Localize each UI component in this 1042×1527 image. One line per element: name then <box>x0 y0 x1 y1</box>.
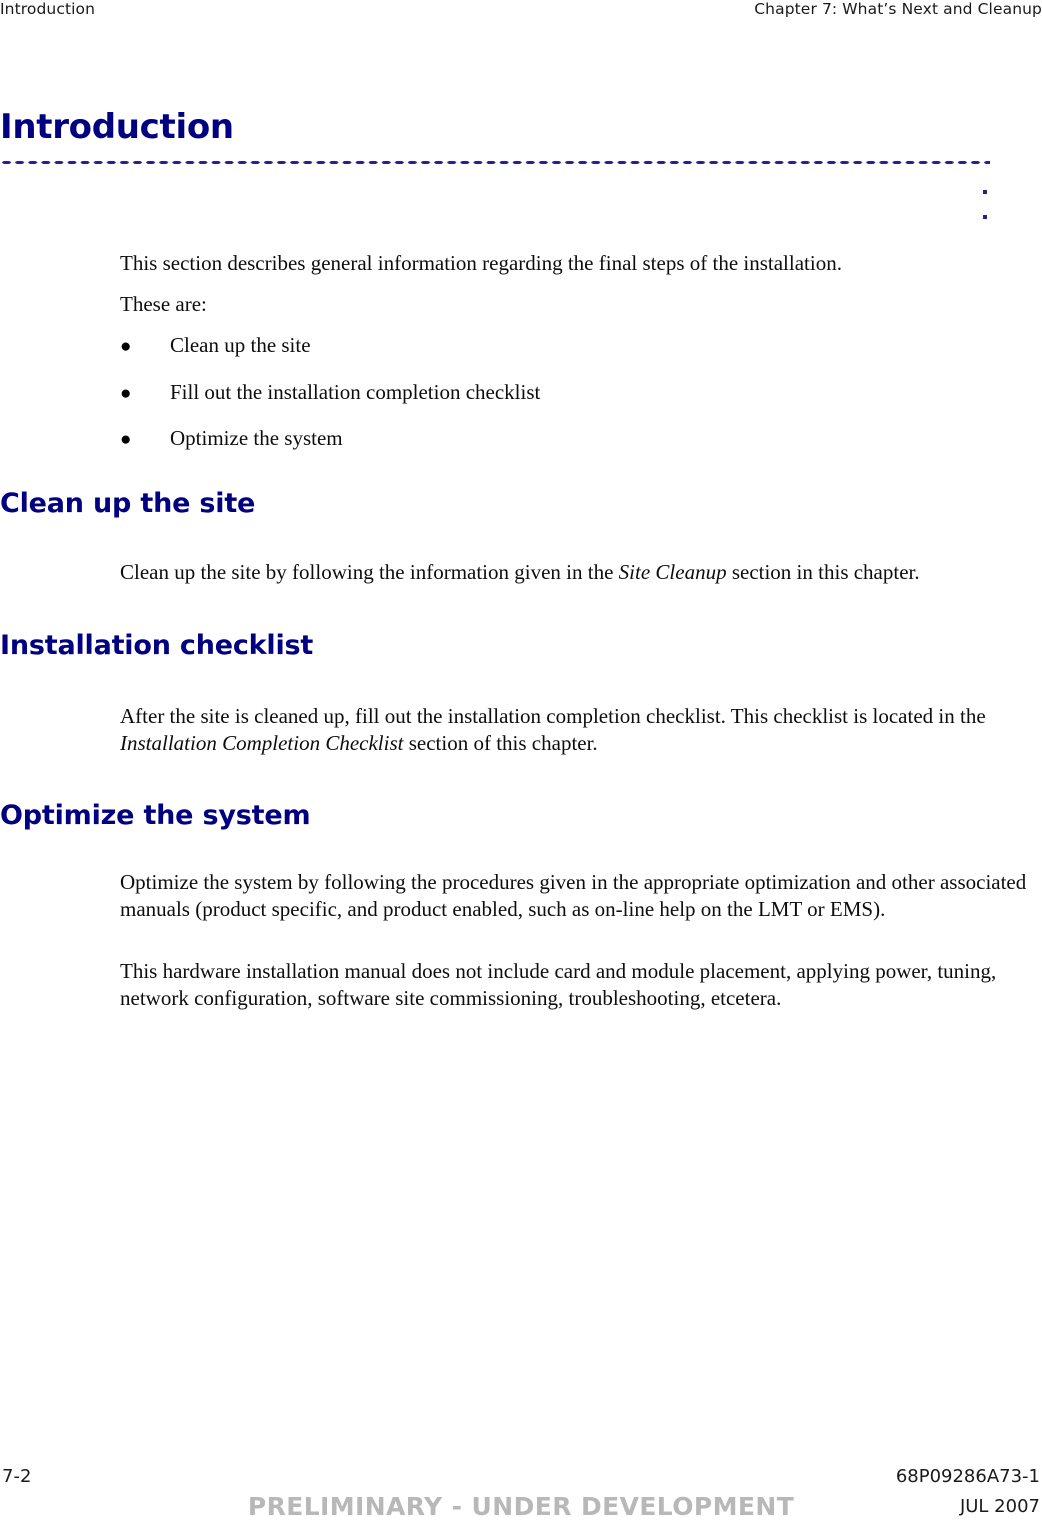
bullet-icon: ● <box>120 429 132 450</box>
paragraph-text-pre: Clean up the site by following the infor… <box>120 560 619 584</box>
footer-document-id: 68P09286A73-1 <box>895 1466 1040 1487</box>
decorative-dotted-rule <box>0 160 990 165</box>
paragraph-text-italic: Site Cleanup <box>618 560 727 584</box>
section-paragraph-clean-up-the-site: Clean up the site by following the infor… <box>120 559 1038 586</box>
list-item-label: Optimize the system <box>170 426 343 450</box>
bullet-icon: ● <box>120 336 132 357</box>
intro-paragraph-1: This section describes general informati… <box>120 251 842 275</box>
optimize-paragraph-2: This hardware installation manual does n… <box>120 959 997 1010</box>
header-left-text: Introduction <box>0 0 96 18</box>
list-item: ● Clean up the site <box>120 332 1038 359</box>
section-heading-optimize-the-system: Optimize the system <box>0 800 311 831</box>
decorative-dot-2 <box>983 215 987 219</box>
paragraph-text-post: section of this chapter. <box>403 731 598 755</box>
paragraph-text-pre: After the site is cleaned up, fill out t… <box>120 704 986 728</box>
paragraph-text-italic: Installation Completion Checklist <box>120 731 404 755</box>
footer-page-number: 7-2 <box>2 1466 32 1487</box>
running-header: Introduction Chapter 7: What’s Next and … <box>0 0 1042 26</box>
page-title: Introduction <box>0 107 234 147</box>
footer-date: JUL 2007 <box>959 1496 1040 1517</box>
header-right-text: Chapter 7: What’s Next and Cleanup <box>754 0 1042 18</box>
intro-paragraph-2: These are: <box>120 292 207 316</box>
list-item-label: Clean up the site <box>170 333 311 357</box>
section-heading-installation-checklist: Installation checklist <box>0 630 314 661</box>
list-item: ● Optimize the system <box>120 425 1038 452</box>
decorative-dot-1 <box>983 190 987 194</box>
bullet-icon: ● <box>120 383 132 404</box>
optimize-paragraph-1: Optimize the system by following the pro… <box>120 870 1027 921</box>
footer-watermark: PRELIMINARY - UNDER DEVELOPMENT <box>247 1492 795 1521</box>
list-item-label: Fill out the installation completion che… <box>170 380 541 404</box>
section-paragraph-installation-checklist: After the site is cleaned up, fill out t… <box>120 703 1038 757</box>
section-heading-clean-up-the-site: Clean up the site <box>0 488 256 519</box>
document-page: Introduction Chapter 7: What’s Next and … <box>0 0 1042 1527</box>
list-item: ● Fill out the installation completion c… <box>120 379 1038 406</box>
paragraph-text-post: section in this chapter. <box>726 560 920 584</box>
